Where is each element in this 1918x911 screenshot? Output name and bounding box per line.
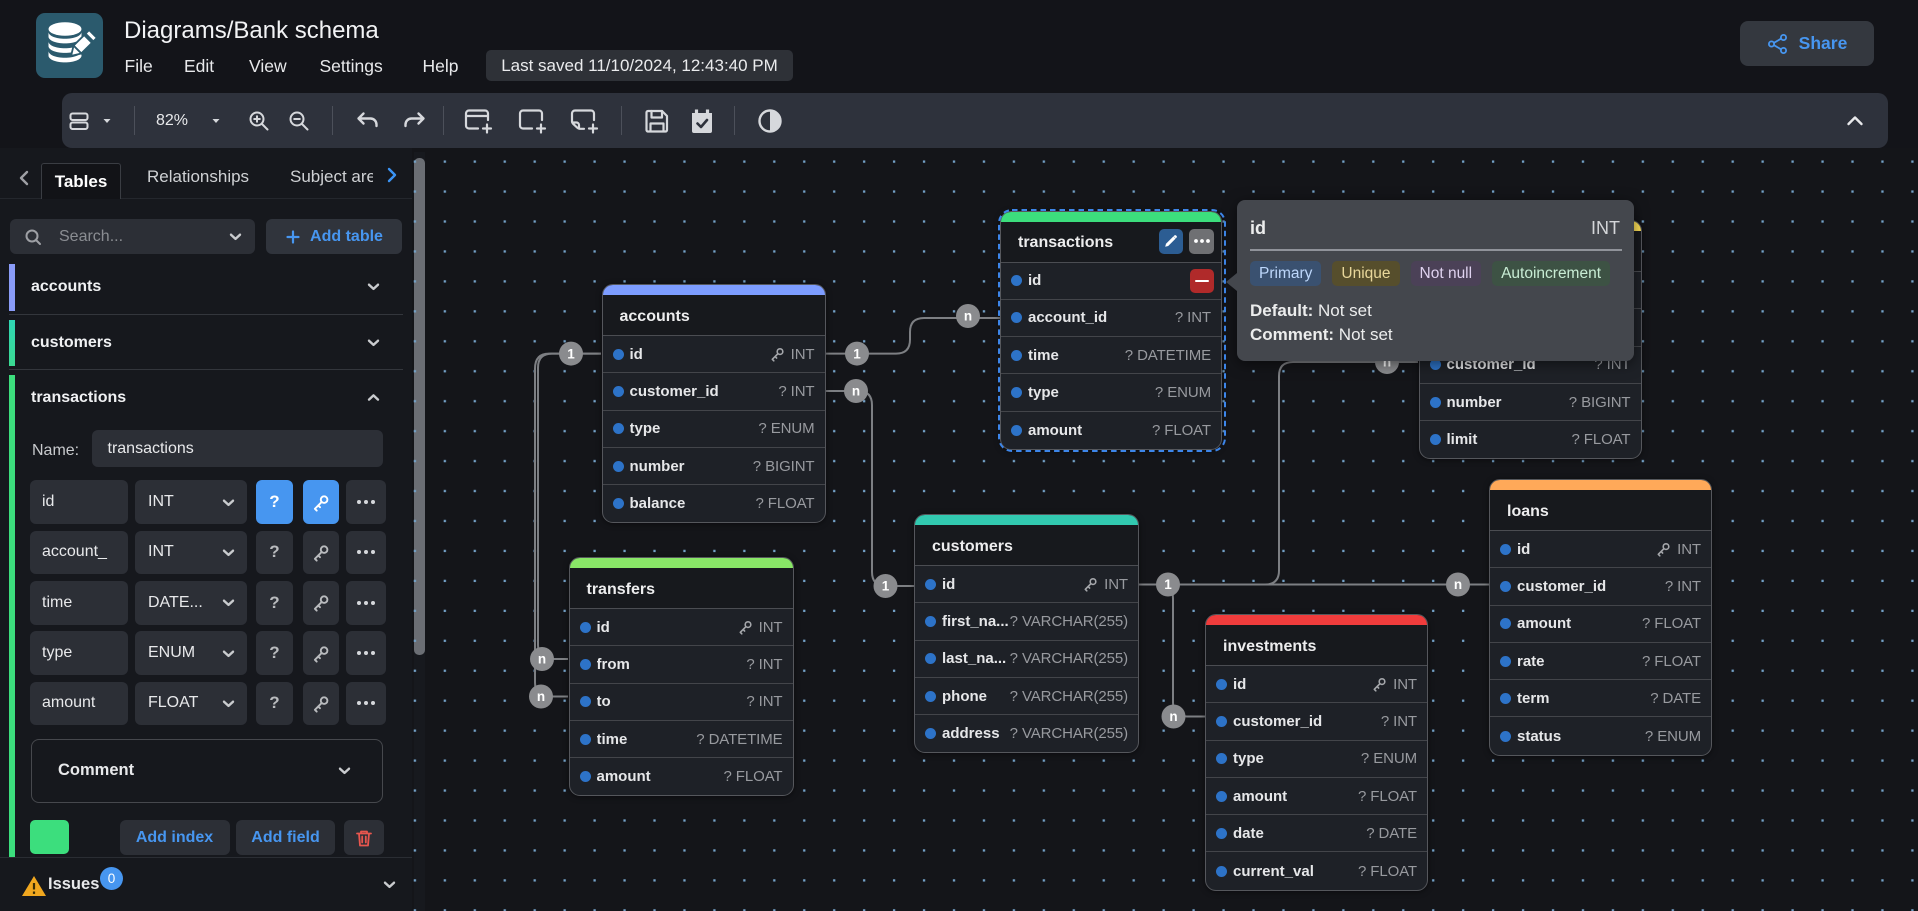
svg-text:n: n xyxy=(1169,709,1177,724)
svg-text:n: n xyxy=(537,689,545,704)
svg-text:1: 1 xyxy=(882,579,890,594)
svg-text:1: 1 xyxy=(853,346,861,361)
svg-text:n: n xyxy=(964,309,972,324)
svg-text:1: 1 xyxy=(567,346,575,361)
svg-text:1: 1 xyxy=(1164,577,1172,592)
svg-text:n: n xyxy=(1454,577,1462,592)
svg-text:n: n xyxy=(852,384,860,399)
svg-text:n: n xyxy=(538,652,546,667)
